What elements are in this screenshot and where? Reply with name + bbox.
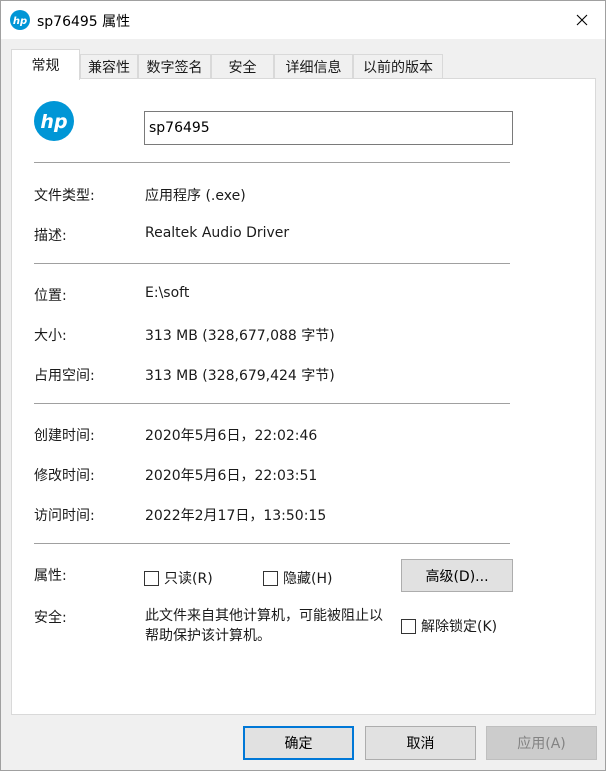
window-title: sp76495 属性 — [37, 14, 131, 30]
location-label: 位置: — [34, 288, 67, 304]
file-name-input[interactable] — [144, 111, 513, 145]
created-value: 2020年5月6日，22:02:46 — [145, 428, 318, 444]
svg-text:hp: hp — [13, 16, 27, 27]
description-value: Realtek Audio Driver — [145, 225, 290, 241]
tab-previous-versions[interactable]: 以前的版本 — [353, 54, 443, 79]
readonly-label: 只读(R) — [164, 571, 213, 587]
size-on-disk-label: 占用空间: — [34, 368, 95, 384]
checkbox-box[interactable] — [144, 570, 159, 586]
separator — [34, 403, 510, 404]
security-label: 安全: — [34, 610, 67, 626]
tab-compatibility[interactable]: 兼容性 — [80, 54, 138, 79]
location-value: E:\soft — [145, 285, 190, 301]
size-value: 313 MB (328,677,088 字节) — [145, 328, 335, 344]
description-label: 描述: — [34, 228, 67, 244]
separator — [34, 543, 510, 544]
hp-logo-icon: hp — [34, 101, 74, 141]
close-button[interactable] — [559, 1, 605, 39]
modified-value: 2020年5月6日，22:03:51 — [145, 468, 318, 484]
close-icon — [576, 14, 588, 26]
separator — [34, 263, 510, 264]
tab-security[interactable]: 安全 — [211, 54, 274, 79]
checkbox-box[interactable] — [263, 570, 278, 586]
tab-digital-signatures[interactable]: 数字签名 — [138, 54, 211, 79]
unblock-checkbox[interactable]: 解除锁定(K) — [401, 616, 497, 636]
advanced-button[interactable]: 高级(D)... — [401, 559, 513, 592]
cancel-button[interactable]: 取消 — [365, 726, 476, 760]
unblock-label: 解除锁定(K) — [421, 619, 498, 635]
size-on-disk-value: 313 MB (328,679,424 字节) — [145, 368, 335, 384]
properties-dialog: hp sp76495 属性 常规 兼容性 数字签名 安全 详细信息 以前的版本 … — [0, 0, 606, 771]
tab-general[interactable]: 常规 — [11, 49, 80, 80]
svg-text:hp: hp — [40, 111, 67, 133]
attributes-label: 属性: — [34, 568, 67, 584]
file-type-value: 应用程序 (.exe) — [145, 188, 246, 204]
readonly-checkbox[interactable]: 只读(R) — [144, 568, 213, 588]
tab-details[interactable]: 详细信息 — [274, 54, 353, 79]
hidden-label: 隐藏(H) — [283, 571, 333, 587]
hidden-checkbox[interactable]: 隐藏(H) — [263, 568, 332, 588]
checkbox-box[interactable] — [401, 618, 416, 634]
accessed-label: 访问时间: — [34, 508, 95, 524]
hp-logo-icon: hp — [10, 10, 30, 30]
modified-label: 修改时间: — [34, 468, 95, 484]
apply-button[interactable]: 应用(A) — [486, 726, 597, 760]
general-panel: hp 文件类型: 应用程序 (.exe) 描述: Realtek Audio D… — [11, 78, 596, 715]
size-label: 大小: — [34, 328, 67, 344]
file-type-label: 文件类型: — [34, 188, 95, 204]
security-message: 此文件来自其他计算机，可能被阻止以帮助保护该计算机。 — [145, 608, 383, 644]
separator — [34, 162, 510, 163]
ok-button[interactable]: 确定 — [243, 726, 354, 760]
title-bar: hp sp76495 属性 — [1, 1, 605, 39]
created-label: 创建时间: — [34, 428, 95, 444]
accessed-value: 2022年2月17日，13:50:15 — [145, 508, 327, 524]
